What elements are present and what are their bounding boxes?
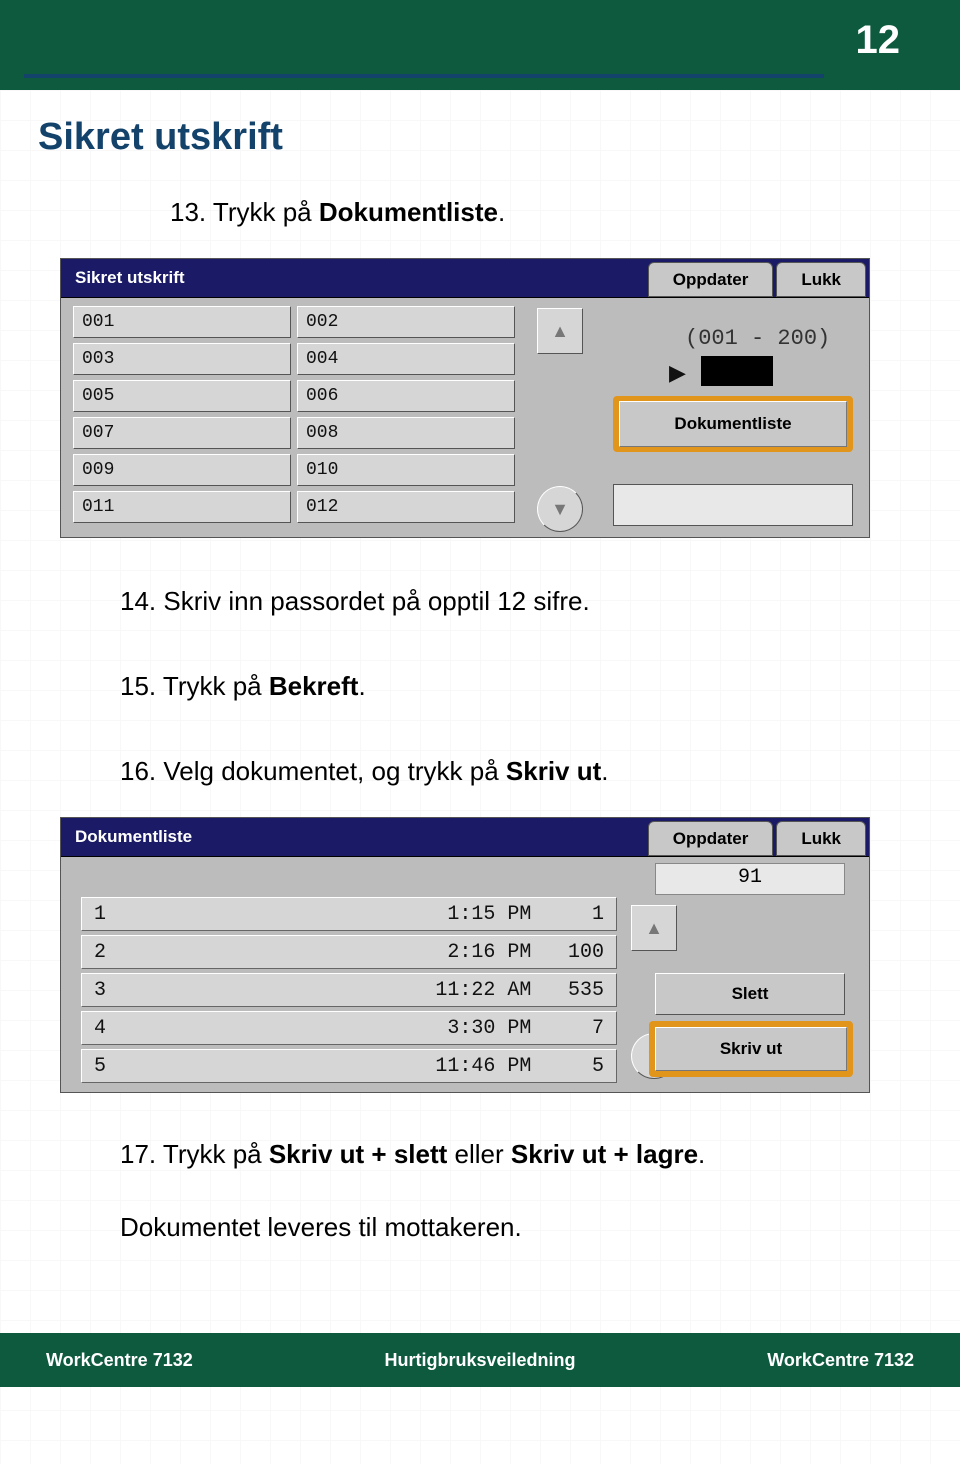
table-row[interactable]: 4 3:30 PM 7 [81,1011,617,1045]
row-id: 5 [94,1055,386,1078]
page-title: Sikret utskrift [38,116,960,159]
panel1-close-button[interactable]: Lukk [776,262,866,297]
dokumentliste-highlight: Dokumentliste [613,396,853,452]
step-17-post: . [698,1139,705,1169]
panel2-title: Dokumentliste [61,818,648,856]
panel2-close-button[interactable]: Lukk [776,821,866,856]
document-rows: 1 1:15 PM 1 2 2:16 PM 100 3 11:22 AM 535 [81,897,617,1083]
panel1-title: Sikret utskrift [61,259,648,297]
panel1-update-button[interactable]: Oppdater [648,262,774,297]
step-15-post: . [358,671,365,701]
row-count: 100 [555,941,604,964]
list-item[interactable]: 012 [297,491,515,523]
page-number: 12 [856,18,901,63]
step-16: 16. Velg dokumentet, og trykk på Skriv u… [120,756,900,787]
scroll-up-button[interactable]: ▲ [631,905,677,951]
table-row[interactable]: 5 11:46 PM 5 [81,1049,617,1083]
list-item[interactable]: 008 [297,417,515,449]
numeric-display [701,356,773,386]
list-item[interactable]: 009 [73,454,291,486]
footer-center: Hurtigbruksveiledning [384,1350,575,1371]
step-16-post: . [601,756,608,786]
footer-band: WorkCentre 7132 Hurtigbruksveiledning Wo… [0,1333,960,1387]
footer-right: WorkCentre 7132 [767,1350,914,1371]
list-item[interactable]: 011 [73,491,291,523]
print-highlight: Skriv ut [649,1021,853,1077]
list-item[interactable]: 004 [297,343,515,375]
panel1-input-box[interactable] [613,484,853,526]
row-time: 11:46 PM [386,1055,556,1078]
step-14: 14. Skriv inn passordet på opptil 12 sif… [120,586,900,617]
step-15-pre: 15. Trykk på [120,671,269,701]
list-item[interactable]: 006 [297,380,515,412]
step-17: 17. Trykk på Skriv ut + slett eller Skri… [120,1139,900,1170]
step-13: 13. Trykk på Dokumentliste. [170,197,900,228]
counter-display: 91 [655,863,845,895]
list-item[interactable]: 001 [73,306,291,338]
step-15: 15. Trykk på Bekreft. [120,671,900,702]
footer-left: WorkCentre 7132 [46,1350,193,1371]
panel-sikret-utskrift: Sikret utskrift Oppdater Lukk 001 003 00… [60,258,870,538]
step-13-post: . [498,197,505,227]
row-count: 1 [555,903,604,926]
dokumentliste-button[interactable]: Dokumentliste [619,401,847,447]
scroll-up-button[interactable]: ▲ [537,308,583,354]
range-label: (001 - 200) [685,326,830,351]
step-16-bold: Skriv ut [506,756,601,786]
step-18: Dokumentet leveres til mottakeren. [120,1212,900,1243]
table-row[interactable]: 2 2:16 PM 100 [81,935,617,969]
row-id: 4 [94,1017,386,1040]
step-13-pre: 13. Trykk på [170,197,319,227]
scroll-down-button[interactable]: ▼ [537,486,583,532]
list-item[interactable]: 005 [73,380,291,412]
row-id: 3 [94,979,386,1002]
panel2-titlebar: Dokumentliste Oppdater Lukk [61,818,869,857]
list-item[interactable]: 010 [297,454,515,486]
table-row[interactable]: 3 11:22 AM 535 [81,973,617,1007]
step-13-bold: Dokumentliste [319,197,498,227]
list-item[interactable]: 002 [297,306,515,338]
play-icon: ▶ [669,360,686,386]
step-17-pre: 17. Trykk på [120,1139,269,1169]
row-time: 2:16 PM [386,941,556,964]
delete-button[interactable]: Slett [655,973,845,1015]
row-id: 2 [94,941,386,964]
header-rule [24,74,824,78]
panel1-titlebar: Sikret utskrift Oppdater Lukk [61,259,869,298]
step-17-b2: Skriv ut + lagre [511,1139,698,1169]
row-time: 1:15 PM [386,903,556,926]
print-button[interactable]: Skriv ut [655,1027,847,1071]
panel-dokumentliste: Dokumentliste Oppdater Lukk 91 1 1:15 PM… [60,817,870,1093]
row-time: 11:22 AM [386,979,556,1002]
row-time: 3:30 PM [386,1017,556,1040]
row-count: 535 [555,979,604,1002]
row-id: 1 [94,903,386,926]
row-count: 5 [555,1055,604,1078]
step-16-pre: 16. Velg dokumentet, og trykk på [120,756,506,786]
step-17-b1: Skriv ut + slett [269,1139,447,1169]
panel2-update-button[interactable]: Oppdater [648,821,774,856]
table-row[interactable]: 1 1:15 PM 1 [81,897,617,931]
list-item[interactable]: 007 [73,417,291,449]
row-count: 7 [555,1017,604,1040]
step-17-mid: eller [447,1139,511,1169]
header-band: 12 [0,0,960,90]
step-15-bold: Bekreft [269,671,359,701]
list-item[interactable]: 003 [73,343,291,375]
